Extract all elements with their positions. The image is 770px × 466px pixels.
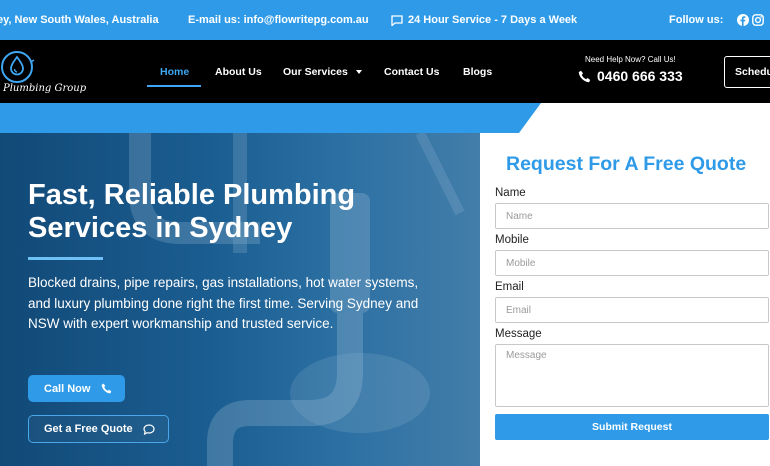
facebook-link[interactable] [737, 0, 749, 40]
follow-label: Follow us: [669, 14, 724, 26]
nav-contact-us[interactable]: Contact Us [384, 40, 439, 103]
decorative-band [0, 103, 770, 133]
email-input[interactable] [495, 297, 769, 323]
mobile-input[interactable] [495, 250, 769, 276]
band-white-shape [519, 103, 770, 133]
name-label: Name [495, 187, 526, 199]
message-label: Message [495, 328, 542, 340]
message-textarea[interactable] [495, 344, 769, 407]
logo-text[interactable]: Plumbing Group [3, 83, 86, 94]
nav-our-services[interactable]: Our Services [283, 40, 362, 103]
hero-divider [28, 257, 103, 260]
service-hours: 24 Hour Service - 7 Days a Week [391, 0, 577, 40]
top-info-bar: ey, New South Wales, Australia E-mail us… [0, 0, 770, 40]
nav-blogs[interactable]: Blogs [463, 40, 492, 103]
hero-title: Fast, Reliable Plumbing Services in Sydn… [28, 179, 356, 244]
chat-bubble-icon [143, 423, 155, 435]
call-now-button[interactable]: Call Now [28, 375, 125, 402]
help-label: Need Help Now? Call Us! [585, 55, 676, 64]
active-nav-indicator [147, 85, 201, 87]
email-label: Email [495, 281, 524, 293]
form-title: Request For A Free Quote [506, 153, 747, 175]
submit-request-button[interactable]: Submit Request [495, 414, 769, 440]
phone-icon [578, 70, 591, 82]
location-text: ey, New South Wales, Australia [0, 14, 159, 26]
nav-our-services-label: Our Services [283, 65, 348, 78]
email-link[interactable]: E-mail us: info@flowritepg.com.au [188, 0, 369, 40]
water-drop-logo-icon[interactable] [0, 48, 36, 86]
hero-description: Blocked drains, pipe repairs, gas instal… [28, 275, 419, 331]
header-phone-link[interactable]: 0460 666 333 [578, 68, 683, 84]
service-hours-text: 24 Hour Service - 7 Days a Week [408, 14, 578, 26]
schedule-button[interactable]: Schedu [724, 56, 770, 88]
chat-bubble-icon [391, 14, 403, 26]
caret-down-icon [355, 69, 362, 74]
main-header: Plumbing Group Home About Us Our Service… [0, 40, 770, 103]
facebook-icon [737, 14, 749, 26]
nav-home[interactable]: Home [160, 40, 189, 103]
get-free-quote-button[interactable]: Get a Free Quote [28, 415, 169, 443]
name-input[interactable] [495, 203, 769, 229]
mobile-label: Mobile [495, 234, 529, 246]
header-phone-number: 0460 666 333 [597, 68, 683, 84]
instagram-link[interactable] [752, 0, 764, 40]
get-free-quote-label: Get a Free Quote [44, 423, 133, 435]
call-now-label: Call Now [44, 382, 91, 395]
instagram-icon [752, 14, 764, 26]
nav-about-us[interactable]: About Us [215, 40, 262, 103]
phone-icon [102, 383, 112, 394]
